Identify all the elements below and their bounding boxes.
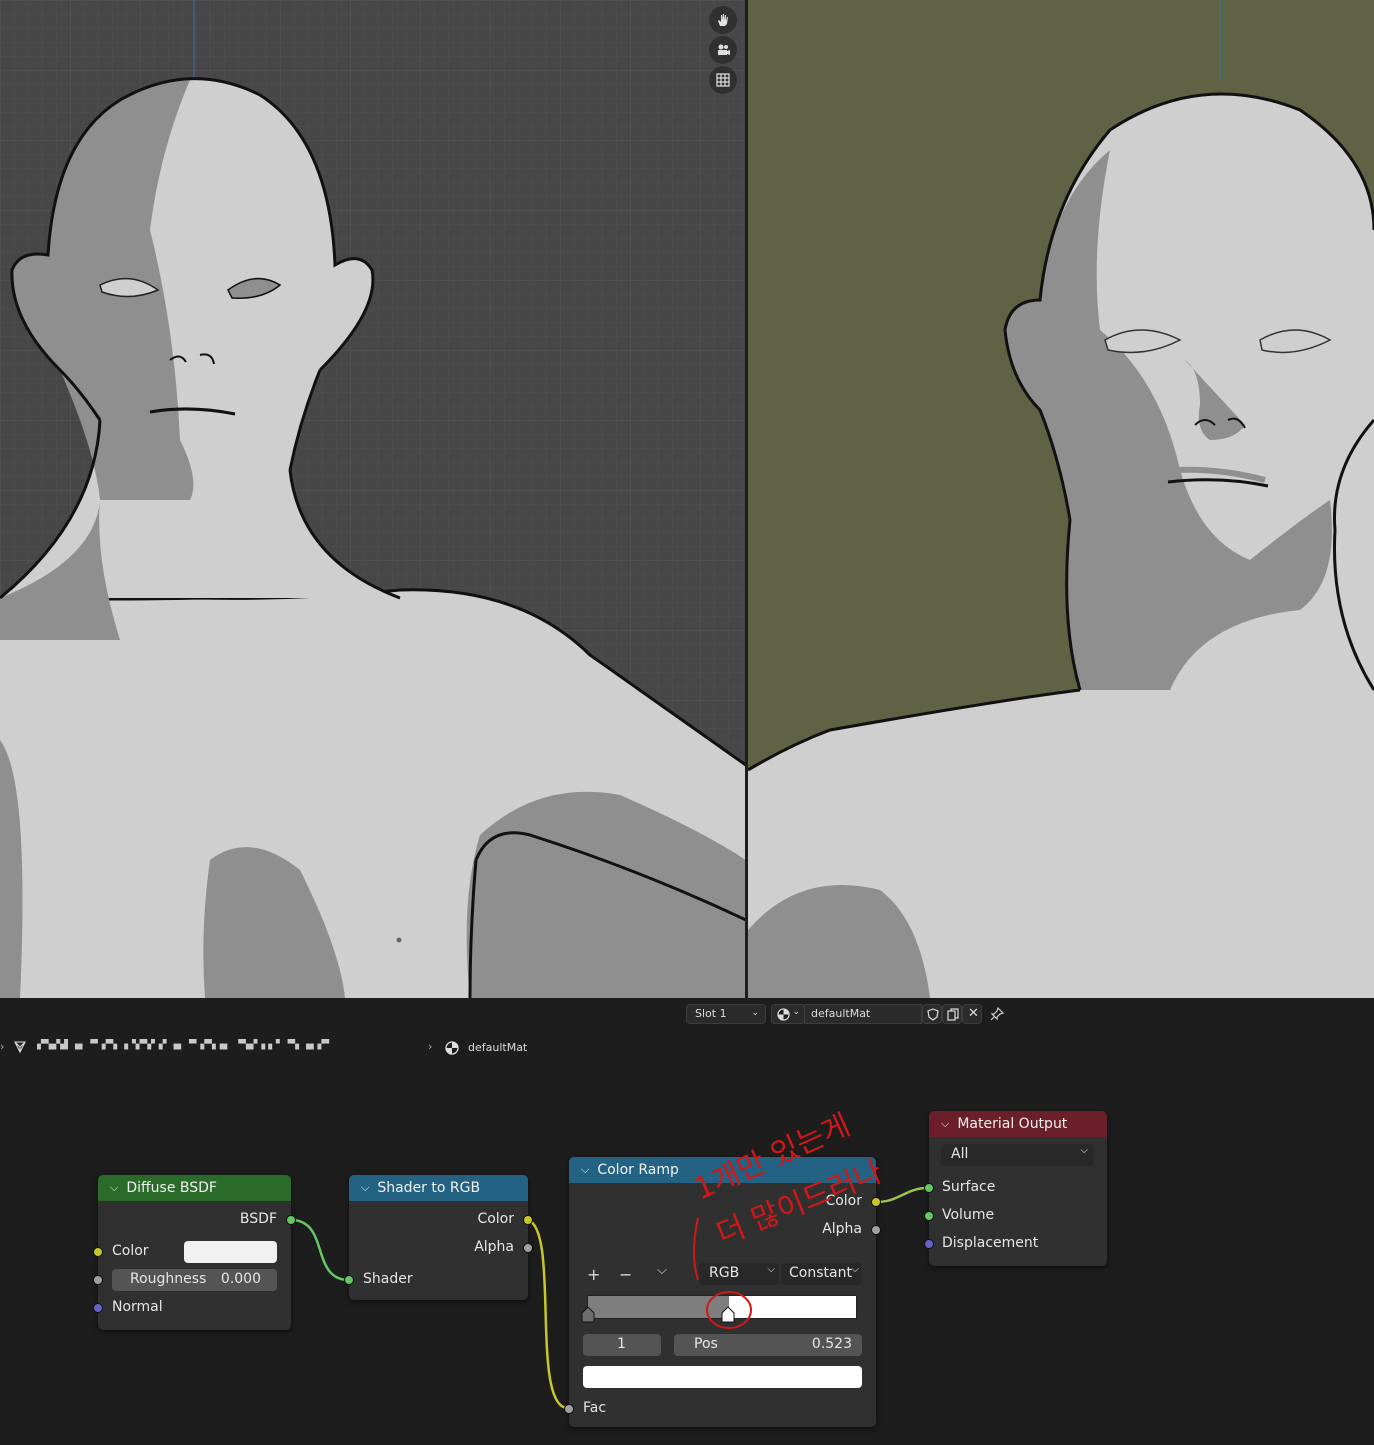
chevron-down-icon: ⌵ [1080,1145,1088,1156]
chevron-down-icon: ⌵ [767,1264,775,1275]
input-socket-surface[interactable] [924,1183,934,1193]
node-header[interactable]: ⌵ Color Ramp [569,1157,876,1183]
interpolation-value: Constant [789,1265,852,1281]
pos-label: Pos [694,1336,718,1352]
roughness-value: 0.000 [220,1271,261,1287]
node-title: Diffuse BSDF [126,1180,217,1196]
node-title: Material Output [957,1116,1068,1132]
output-socket-color[interactable] [871,1197,881,1207]
output-socket-alpha[interactable] [871,1225,881,1235]
roughness-label: Roughness [130,1271,207,1287]
output-alpha-label: Alpha [474,1239,514,1255]
stop-color-swatch[interactable] [583,1366,862,1388]
input-socket-roughness[interactable] [93,1275,103,1285]
output-socket-alpha[interactable] [523,1243,533,1253]
node-material-output[interactable]: ⌵ Material Output All ⌵ Surface Volume D… [924,1111,1107,1266]
color-mode-dropdown[interactable]: RGB ⌵ [699,1263,779,1285]
node-diffuse-bsdf[interactable]: ⌵ Diffuse BSDF BSDF Color Roughness 0.00… [93,1175,296,1330]
chevron-down-icon[interactable]: ⌵ [581,1163,589,1177]
input-surface-label: Surface [942,1179,996,1195]
add-stop-icon[interactable]: + [587,1265,600,1284]
input-socket-color[interactable] [93,1247,103,1257]
target-dropdown[interactable]: All ⌵ [941,1144,1094,1166]
input-socket-fac[interactable] [564,1404,574,1414]
input-socket-displacement[interactable] [924,1239,934,1249]
stop-index-value: 1 [617,1336,626,1352]
output-socket-color[interactable] [523,1215,533,1225]
input-displacement-label: Displacement [942,1235,1039,1251]
chevron-down-icon[interactable]: ⌵ [110,1181,118,1195]
input-volume-label: Volume [942,1207,995,1223]
target-value: All [951,1146,969,1162]
remove-stop-icon[interactable]: − [619,1265,632,1284]
input-color-label: Color [112,1243,149,1259]
output-bsdf-label: BSDF [239,1211,277,1227]
input-normal-label: Normal [112,1299,163,1315]
pos-value: 0.523 [811,1336,852,1352]
color-stop-1[interactable] [721,1307,735,1323]
chevron-down-icon[interactable]: ⌵ [361,1181,369,1195]
output-color-label: Color [825,1193,862,1209]
ramp-menu-chevron-icon[interactable]: ⌵ [657,1263,667,1278]
chevron-down-icon[interactable]: ⌵ [941,1117,949,1131]
node-shader-to-rgb[interactable]: ⌵ Shader to RGB Color Alpha Shader [344,1175,533,1300]
node-header[interactable]: ⌵ Diffuse BSDF [98,1175,291,1201]
color-mode-value: RGB [709,1265,740,1281]
input-shader-label: Shader [363,1271,413,1287]
node-title: Color Ramp [597,1162,679,1178]
node-title: Shader to RGB [377,1180,481,1196]
node-header[interactable]: ⌵ Material Output [929,1111,1107,1137]
chevron-down-icon: ⌵ [851,1264,859,1275]
input-socket-volume[interactable] [924,1211,934,1221]
stop-position-slider[interactable]: Pos 0.523 [674,1334,862,1356]
active-stop-index[interactable]: 1 [583,1334,661,1356]
output-alpha-label: Alpha [822,1221,862,1237]
node-color-ramp[interactable]: ⌵ Color Ramp Color Alpha + − ⌵ RGB ⌵ Con… [564,1157,881,1427]
roughness-slider[interactable]: Roughness 0.000 [112,1269,277,1291]
input-socket-normal[interactable] [93,1303,103,1313]
color-stop-0[interactable] [581,1307,595,1323]
output-color-label: Color [477,1211,514,1227]
interpolation-dropdown[interactable]: Constant ⌵ [781,1263,862,1285]
input-fac-label: Fac [583,1400,607,1416]
node-header[interactable]: ⌵ Shader to RGB [349,1175,528,1201]
input-socket-shader[interactable] [344,1275,354,1285]
color-swatch[interactable] [184,1241,277,1263]
output-socket-bsdf[interactable] [286,1215,296,1225]
ramp-dark-segment [588,1296,730,1318]
